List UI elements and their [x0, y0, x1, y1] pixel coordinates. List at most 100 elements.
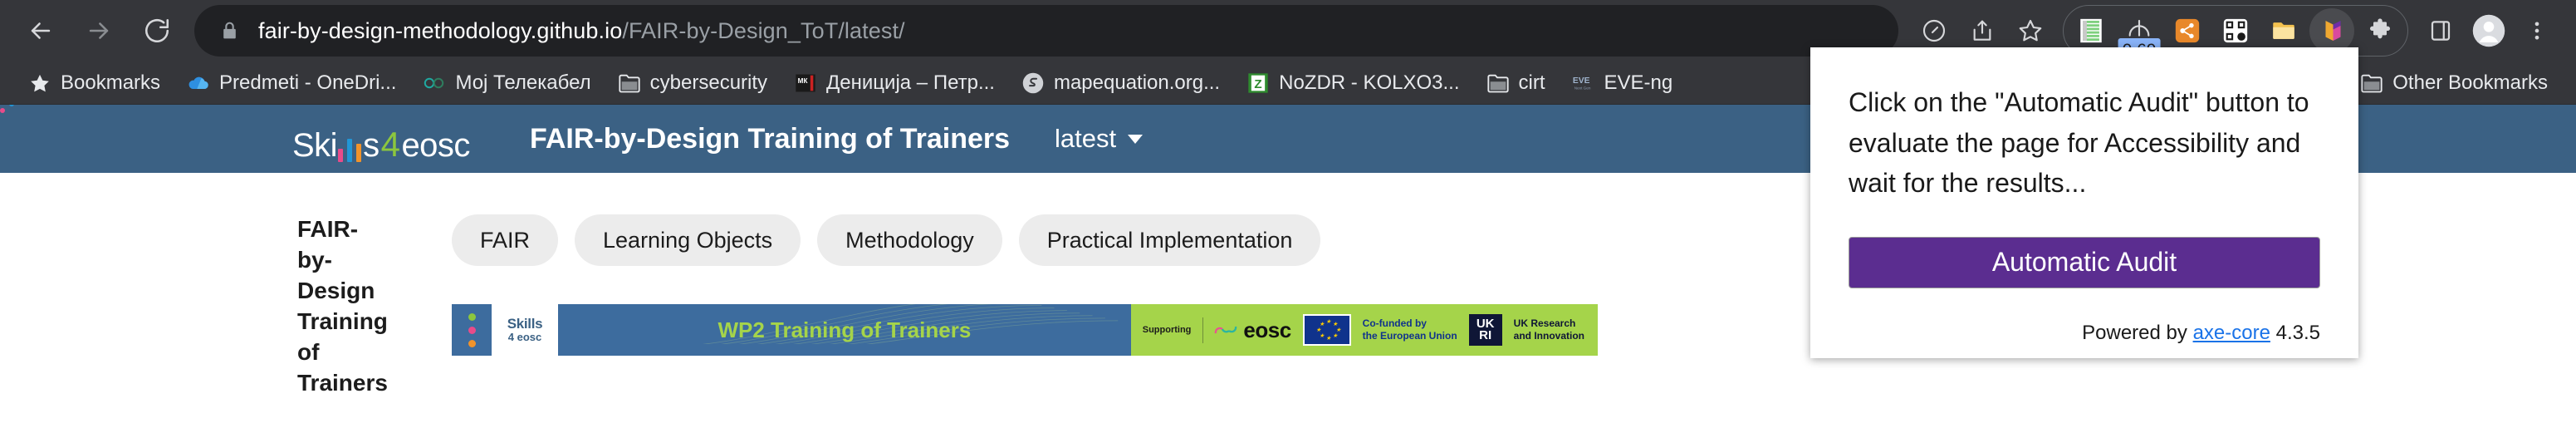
- eu-text-line2: the European Union: [1362, 330, 1457, 342]
- pill-label: Practical Implementation: [1046, 227, 1293, 253]
- bookmark-label: EVE-ng: [1604, 71, 1673, 94]
- z-icon: Z: [1246, 71, 1270, 95]
- bookmark-denicija-petr[interactable]: МК Деницијa – Петр...: [781, 65, 1008, 101]
- ukri-mark-line2: RI: [1479, 328, 1492, 342]
- logo-number: 4: [380, 125, 400, 164]
- star-icon: [28, 71, 51, 95]
- banner-logo-line2: 4 eosc: [507, 330, 542, 343]
- svg-text:EVE: EVE: [1572, 76, 1589, 86]
- bookmark-nozdr[interactable]: Z NoZDR - KOLXO3...: [1233, 65, 1472, 101]
- navigation-buttons: [15, 5, 183, 57]
- mapequation-icon: [1021, 71, 1045, 95]
- logo-text-post: eosc: [401, 127, 470, 164]
- ukri-logo-icon: UK RI: [1468, 314, 1502, 346]
- banner-title-area: WP2 Training of Trainers: [558, 304, 1131, 356]
- bookmark-moj-telekabel[interactable]: Мој Телекабел: [409, 65, 604, 101]
- axe-popup-footer: Powered by axe-core 4.3.5: [1849, 322, 2320, 358]
- chrome-menu-icon[interactable]: [2513, 7, 2561, 55]
- banner-funders: Supporting eosc ★ ★ ★ ★ ★ ★ ★ ★ Co-funde…: [1130, 304, 1598, 356]
- bookmark-label: cybersecurity: [649, 71, 768, 94]
- folder-icon: [2360, 71, 2383, 95]
- bookmark-label: Predmeti - OneDri...: [219, 71, 397, 94]
- bookmark-cirt[interactable]: cirt: [1473, 65, 1559, 101]
- bookmark-mapequation[interactable]: mapequation.org...: [1008, 65, 1233, 101]
- url-host: fair-by-design-methodology.github.io: [258, 17, 623, 43]
- chevron-down-icon: [1128, 134, 1144, 144]
- sidebar-nav: FAIR-by-Design Training of Trainers FAIR…: [0, 214, 388, 423]
- pill-label: FAIR: [480, 227, 531, 253]
- bookmarks-folder[interactable]: Bookmarks: [15, 65, 174, 101]
- speed-dial-extension-icon[interactable]: 0.69: [2117, 8, 2162, 63]
- puzzle-extensions-icon[interactable]: [2358, 8, 2402, 53]
- eosc-wordmark: eosc: [1243, 317, 1291, 342]
- avatar-icon[interactable]: [2465, 7, 2513, 55]
- bookmark-label: Мој Телекабел: [455, 71, 591, 94]
- svg-text:МК: МК: [798, 77, 808, 85]
- eu-text-line1: Co-funded by: [1362, 317, 1427, 329]
- ukri-text: UK Research and Innovation: [1514, 317, 1584, 342]
- mk-icon: МК: [794, 71, 817, 95]
- eu-funding-text: Co-funded by the European Union: [1363, 317, 1457, 342]
- bookmark-eve-ng[interactable]: EVE Next Gen EVE-ng: [1559, 65, 1687, 101]
- logo-text-pre: Ski: [292, 127, 338, 164]
- logo-bars: [0, 105, 362, 162]
- other-bookmarks-label: Other Bookmarks: [2392, 71, 2548, 94]
- axe-devtools-extension-icon[interactable]: [2309, 8, 2354, 53]
- ukri-text-line1: UK Research: [1513, 317, 1576, 329]
- automatic-audit-button[interactable]: Automatic Audit: [1849, 236, 2320, 288]
- bookmark-label: NoZDR - KOLXO3...: [1279, 71, 1460, 94]
- axe-core-link[interactable]: axe-core: [2193, 322, 2270, 344]
- browser-window: fair-by-design-methodology.github.io/FAI…: [0, 0, 2576, 423]
- folder-icon: [1486, 71, 1510, 95]
- logo-text-mid: s: [363, 127, 380, 164]
- bookmark-label: Bookmarks: [61, 71, 161, 94]
- version-selector[interactable]: latest: [1055, 124, 1144, 154]
- forward-button[interactable]: [73, 5, 125, 57]
- axe-core-version: 4.3.5: [2275, 322, 2320, 344]
- onedrive-icon: [187, 71, 210, 95]
- axe-popup-message: Click on the "Automatic Audit" button to…: [1849, 87, 2309, 199]
- bookmark-cybersecurity[interactable]: cybersecurity: [605, 65, 781, 101]
- tab-fair[interactable]: FAIR: [452, 214, 559, 266]
- qr-code-extension-icon[interactable]: [2213, 8, 2258, 53]
- eosc-symbol-icon: [1215, 326, 1237, 334]
- bookmark-label: mapequation.org...: [1053, 71, 1221, 94]
- eosc-logo: eosc: [1202, 317, 1291, 343]
- sidepanel-icon[interactable]: [2417, 7, 2465, 55]
- page-title: FAIR-by-Design Training of Trainers: [529, 122, 1011, 155]
- version-label: latest: [1055, 124, 1117, 153]
- eu-flag-icon: ★ ★ ★ ★ ★ ★ ★ ★: [1302, 314, 1351, 346]
- banner-dots: [452, 304, 492, 356]
- tab-practical-implementation[interactable]: Practical Implementation: [1018, 214, 1321, 266]
- address-bar[interactable]: fair-by-design-methodology.github.io/FAI…: [194, 5, 1898, 57]
- svg-text:Z: Z: [1254, 76, 1261, 91]
- pill-label: Learning Objects: [603, 227, 773, 253]
- url-text: fair-by-design-methodology.github.io/FAI…: [258, 18, 905, 44]
- tab-learning-objects[interactable]: Learning Objects: [575, 214, 801, 266]
- other-bookmarks-folder[interactable]: Other Bookmarks: [2347, 65, 2561, 101]
- url-path: /FAIR-by-Design_ToT/latest/: [622, 17, 905, 43]
- wp2-banner-image: Skills 4 eosc WP2 Training of Trainers S…: [452, 304, 1598, 356]
- tab-methodology[interactable]: Methodology: [817, 214, 1002, 266]
- bookmark-label: cirt: [1518, 71, 1545, 94]
- axe-devtools-popup: Click on the "Automatic Audit" button to…: [1810, 47, 2358, 358]
- bookmark-label: Деницијa – Петр...: [826, 71, 995, 94]
- back-button[interactable]: [15, 5, 66, 57]
- skills4eosc-logo[interactable]: Ski s 4 eosc: [0, 105, 470, 164]
- banner-skills4eosc-logo: Skills 4 eosc: [492, 304, 558, 356]
- eveng-icon: EVE Next Gen: [1572, 71, 1595, 95]
- bookmark-predmeti-onedrive[interactable]: Predmeti - OneDri...: [174, 65, 409, 101]
- powered-by-label: Powered by: [2082, 322, 2187, 344]
- reload-button[interactable]: [131, 5, 183, 57]
- pill-label: Methodology: [845, 227, 974, 253]
- folder-icon: [618, 71, 641, 95]
- sidebar-title: FAIR-by-Design Training of Trainers: [297, 216, 388, 396]
- lock-icon[interactable]: [219, 19, 240, 42]
- infinity-icon: [423, 71, 446, 95]
- folder-extension-icon[interactable]: [2261, 8, 2306, 53]
- kde-connect-extension-icon[interactable]: [2165, 8, 2210, 53]
- grammar-extension-icon[interactable]: [2069, 8, 2113, 53]
- ukri-text-line2: and Innovation: [1513, 330, 1584, 342]
- supporting-label: Supporting: [1142, 325, 1192, 335]
- banner-title: WP2 Training of Trainers: [717, 317, 972, 342]
